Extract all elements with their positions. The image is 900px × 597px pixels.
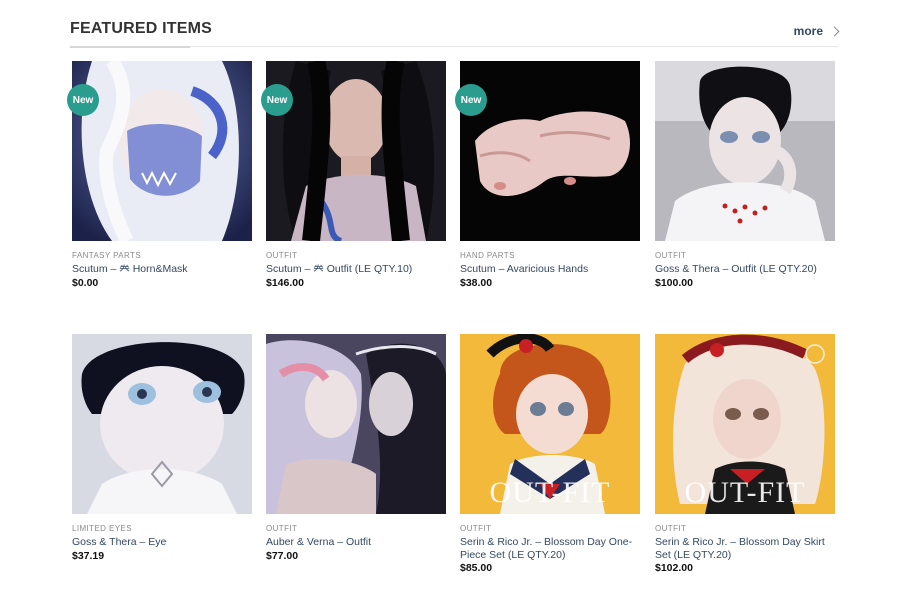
product-price: $38.00 [460, 277, 493, 289]
new-badge: New [261, 84, 293, 116]
chevron-right-icon [829, 26, 840, 37]
product-name[interactable]: Serin & Rico Jr. – Blossom Day One-Piece… [460, 536, 640, 562]
product-price: $0.00 [72, 277, 99, 289]
product-category: OUTFIT [460, 524, 492, 533]
product-name[interactable]: Scutum – 𠔉 Outfit (LE QTY.10) [266, 263, 446, 276]
product-name[interactable]: Scutum – Avaricious Hands [460, 263, 640, 276]
product-image[interactable] [266, 61, 446, 241]
product-image[interactable] [266, 334, 446, 514]
product-price: $77.00 [266, 550, 299, 562]
section-title: FEATURED ITEMS [70, 20, 213, 37]
product-category: HAND PARTS [460, 251, 515, 260]
section-header: FEATURED ITEMS more [70, 18, 840, 48]
title-underline [70, 46, 190, 48]
new-badge: New [455, 84, 487, 116]
product-price: $146.00 [266, 277, 304, 289]
product-image[interactable]: OUT-FIT [460, 334, 640, 514]
product-image[interactable] [72, 61, 252, 241]
more-link[interactable]: more [793, 24, 840, 38]
new-badge: New [67, 84, 99, 116]
product-name[interactable]: Scutum – 𠔉 Horn&Mask [72, 263, 252, 276]
product-price: $100.00 [655, 277, 693, 289]
product-price: $37.19 [72, 550, 105, 562]
overlay-watermark: OUT-FIT [489, 476, 611, 509]
product-image[interactable]: OUT-FIT [655, 334, 835, 514]
more-label: more [793, 24, 823, 38]
overlay-watermark: OUT-FIT [684, 476, 806, 509]
product-name[interactable]: Goss & Thera – Eye [72, 536, 252, 549]
product-category: OUTFIT [655, 524, 687, 533]
product-name[interactable]: Auber & Verna – Outfit [266, 536, 446, 549]
product-name[interactable]: Goss & Thera – Outfit (LE QTY.20) [655, 263, 835, 276]
product-category: LIMITED EYES [72, 524, 132, 533]
product-category: OUTFIT [655, 251, 687, 260]
product-image[interactable] [72, 334, 252, 514]
product-image[interactable] [655, 61, 835, 241]
product-image[interactable] [460, 61, 640, 241]
product-price: $102.00 [655, 562, 693, 574]
product-name[interactable]: Serin & Rico Jr. – Blossom Day Skirt Set… [655, 536, 835, 562]
product-category: FANTASY PARTS [72, 251, 142, 260]
product-category: OUTFIT [266, 251, 298, 260]
product-category: OUTFIT [266, 524, 298, 533]
product-price: $85.00 [460, 562, 493, 574]
